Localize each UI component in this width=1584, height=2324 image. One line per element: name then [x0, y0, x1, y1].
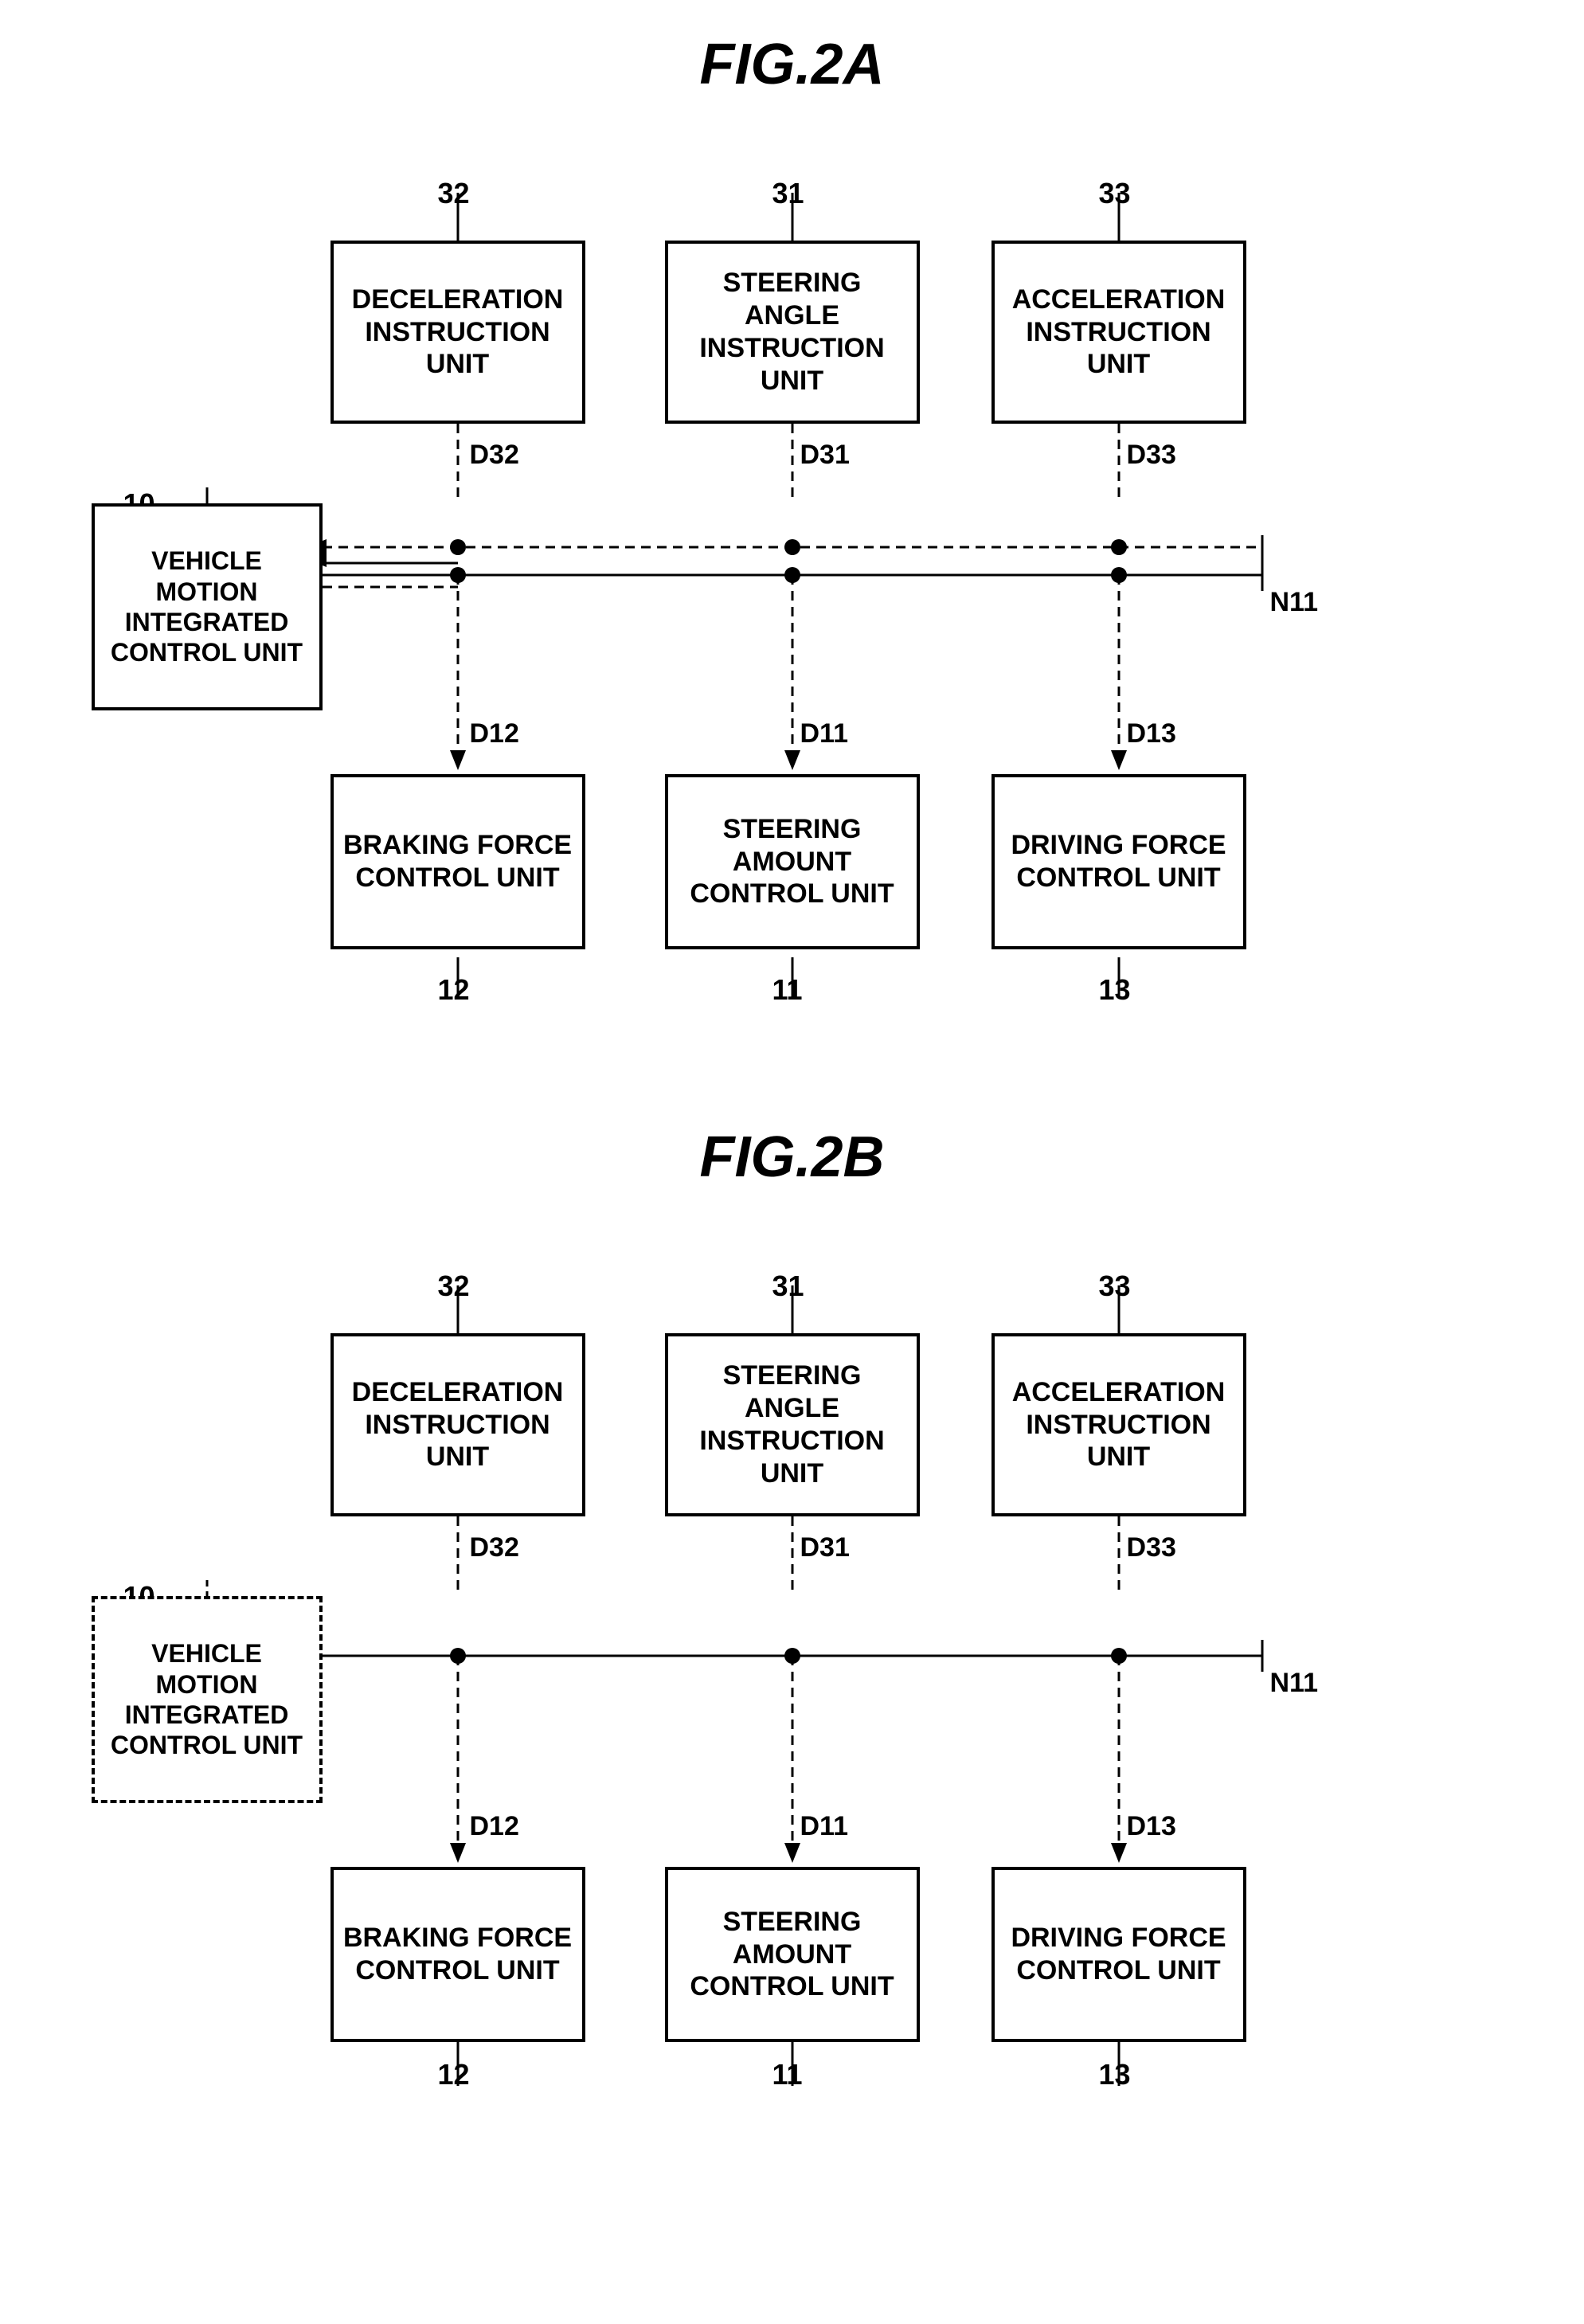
sig-d13-a: D13	[1127, 718, 1176, 749]
ref-33-b: 33	[1099, 1270, 1131, 1303]
ref-12-b: 12	[438, 2058, 470, 2091]
steer-ctrl-a: STEERINGAMOUNTCONTROL UNIT	[665, 774, 920, 949]
drive-ctrl-a: DRIVING FORCECONTROL UNIT	[991, 774, 1246, 949]
accel-instr-a: ACCELERATIONINSTRUCTIONUNIT	[991, 241, 1246, 424]
sig-d12-b: D12	[470, 1811, 519, 1842]
sig-d33-b: D33	[1127, 1532, 1176, 1563]
vmicu-a: VEHICLE MOTIONINTEGRATEDCONTROL UNIT	[92, 503, 323, 710]
ref-31-a: 31	[772, 177, 804, 210]
sig-d12-a: D12	[470, 718, 519, 749]
sig-d11-a: D11	[800, 718, 849, 749]
decel-instr-b: DECELERATIONINSTRUCTIONUNIT	[330, 1333, 585, 1516]
drive-ctrl-b: DRIVING FORCECONTROL UNIT	[991, 1867, 1246, 2042]
ref-11-b: 11	[772, 2058, 803, 2091]
ref-12-a: 12	[438, 973, 470, 1007]
steer-instr-b: STEERING ANGLEINSTRUCTIONUNIT	[665, 1333, 920, 1516]
ref-13-a: 13	[1099, 973, 1131, 1007]
page: FIG.2A	[0, 0, 1584, 2249]
brake-ctrl-b: BRAKING FORCECONTROL UNIT	[330, 1867, 585, 2042]
sig-d32-a: D32	[470, 440, 519, 471]
sig-n11-b: N11	[1270, 1668, 1319, 1699]
fig2b-title: FIG.2B	[699, 1125, 884, 1190]
sig-d32-b: D32	[470, 1532, 519, 1563]
accel-instr-b: ACCELERATIONINSTRUCTIONUNIT	[991, 1333, 1246, 1516]
sig-d31-a: D31	[800, 440, 850, 471]
vmicu-b: VEHICLE MOTIONINTEGRATEDCONTROL UNIT	[92, 1596, 323, 1803]
fig2a-title: FIG.2A	[699, 32, 884, 97]
fig2a-diagram: 32 31 33 10 12 11 13 D32 D31 D33 D12 D11…	[76, 145, 1509, 1061]
ref-33-a: 33	[1099, 177, 1131, 210]
sig-n11-a: N11	[1270, 587, 1319, 618]
ref-32-b: 32	[438, 1270, 470, 1303]
sig-d33-a: D33	[1127, 440, 1176, 471]
ref-13-b: 13	[1099, 2058, 1131, 2091]
ref-11-a: 11	[772, 973, 803, 1007]
decel-instr-a: DECELERATIONINSTRUCTIONUNIT	[330, 241, 585, 424]
sig-d31-b: D31	[800, 1532, 850, 1563]
sig-d11-b: D11	[800, 1811, 849, 1842]
fig2b-diagram: 32 31 33 10 12 11 13 D32 D31 D33 D12 D11…	[76, 1238, 1509, 2154]
ref-32-a: 32	[438, 177, 470, 210]
ref-31-b: 31	[772, 1270, 804, 1303]
sig-d13-b: D13	[1127, 1811, 1176, 1842]
steer-instr-a: STEERING ANGLEINSTRUCTIONUNIT	[665, 241, 920, 424]
steer-ctrl-b: STEERINGAMOUNTCONTROL UNIT	[665, 1867, 920, 2042]
brake-ctrl-a: BRAKING FORCECONTROL UNIT	[330, 774, 585, 949]
